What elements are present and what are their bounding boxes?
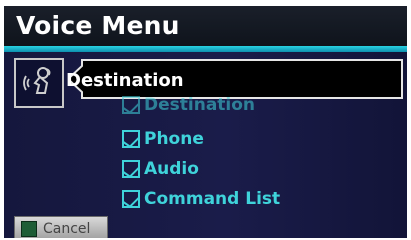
title-bar: Voice Menu xyxy=(4,6,407,46)
voice-menu-screen: Voice Menu Destination Destination Phone xyxy=(4,6,407,238)
menu-item-phone[interactable]: Phone xyxy=(122,126,204,152)
menu-item-audio[interactable]: Audio xyxy=(122,156,199,182)
cancel-label: Cancel xyxy=(43,221,91,237)
page-title: Voice Menu xyxy=(16,11,180,40)
check-square-icon xyxy=(122,130,140,148)
menu-item-command-list[interactable]: Command List xyxy=(122,186,280,212)
menu-item-label: Audio xyxy=(144,159,199,179)
voice-command-list: Destination Phone Audio Command List xyxy=(122,92,402,212)
cancel-button[interactable]: Cancel xyxy=(14,216,108,238)
menu-item-destination[interactable]: Destination xyxy=(122,92,255,118)
menu-item-label: Phone xyxy=(144,129,204,149)
check-square-icon xyxy=(122,160,140,178)
menu-item-label: Destination xyxy=(144,95,256,115)
cancel-square-icon xyxy=(21,221,37,237)
menu-item-label: Command List xyxy=(144,189,281,209)
check-square-icon xyxy=(122,96,140,114)
check-square-icon xyxy=(122,190,140,208)
voice-person-icon xyxy=(14,58,64,108)
